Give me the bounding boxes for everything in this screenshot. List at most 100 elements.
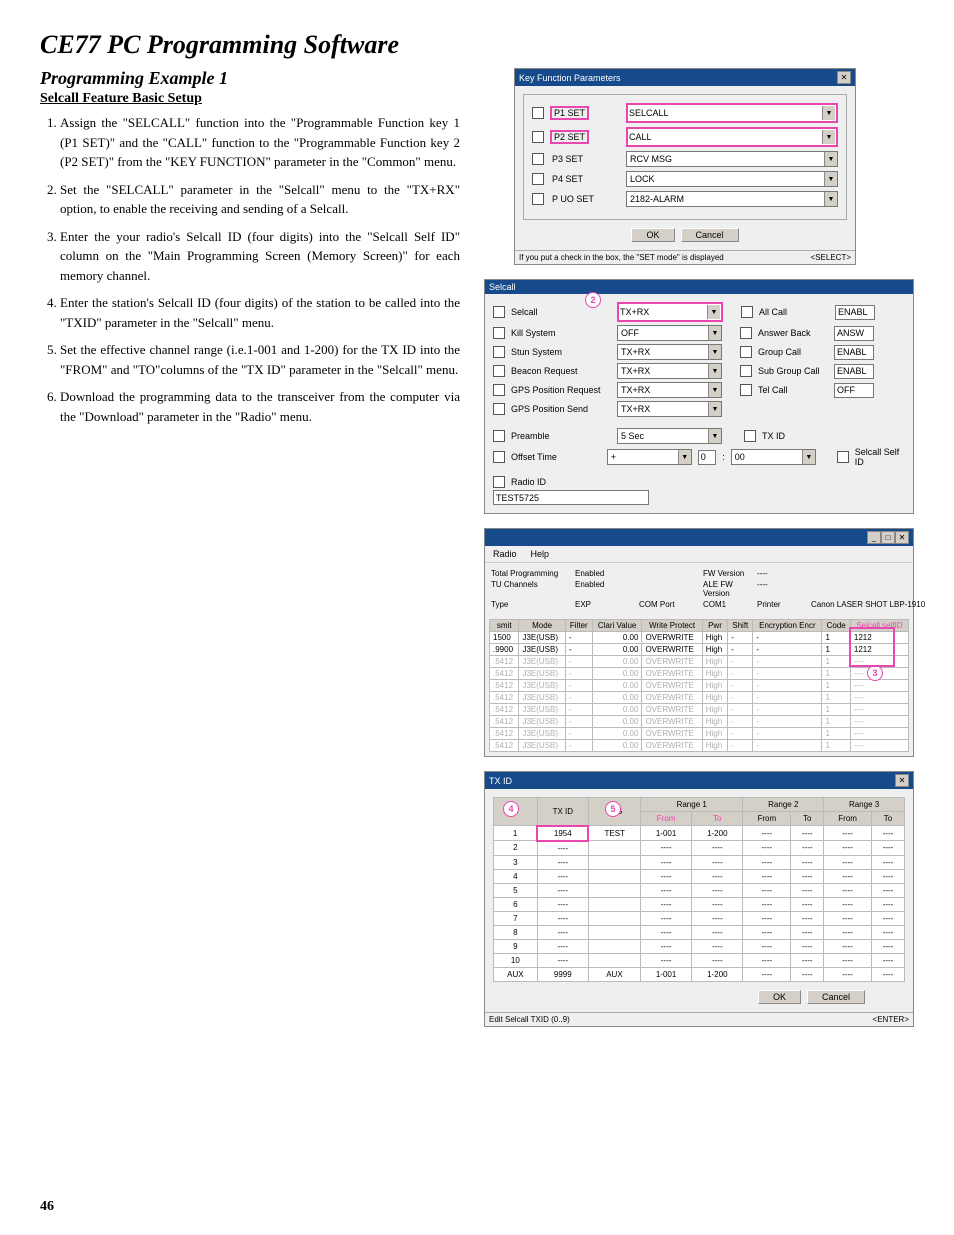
cancel-button[interactable]: Cancel <box>681 228 739 242</box>
ok-button[interactable]: OK <box>631 228 674 242</box>
right-label: Answer Back <box>758 328 828 338</box>
checkbox[interactable] <box>493 327 505 339</box>
chevron-down-icon: ▼ <box>822 106 835 120</box>
txid-row[interactable]: 11954TEST 1-0011-200---------------- <box>494 826 905 841</box>
col-header: Encryption Encr <box>753 620 822 632</box>
checkbox[interactable] <box>744 430 756 442</box>
txid-table[interactable]: TX ID TAG Range 1 Range 2 Range 3 FromTo… <box>493 797 905 982</box>
checkbox[interactable] <box>493 476 505 488</box>
selcall-row-select[interactable]: TX+RX▼ <box>617 344 722 360</box>
txid-row[interactable]: 8---- ------------------------ <box>494 925 905 939</box>
table-row[interactable]: .5412J3E(USB)-0.00 OVERWRITEHigh--1---- <box>490 740 909 752</box>
preamble-label: Preamble <box>511 431 611 441</box>
txid-row[interactable]: 5---- ------------------------ <box>494 883 905 897</box>
marker-3: 3 <box>867 665 883 681</box>
table-row[interactable]: .5412J3E(USB)-0.00 OVERWRITEHigh--1---- <box>490 656 909 668</box>
minimize-icon[interactable]: _ <box>867 531 881 544</box>
checkbox[interactable] <box>740 384 752 396</box>
step-2: Set the "SELCALL" parameter in the "Selc… <box>60 180 460 219</box>
txid-row[interactable]: 4---- ------------------------ <box>494 869 905 883</box>
selcall-row-label: Kill System <box>511 328 611 338</box>
table-row[interactable]: .5412J3E(USB)-0.00 OVERWRITEHigh--1---- <box>490 716 909 728</box>
selcall-row-select[interactable]: OFF▼ <box>617 325 722 341</box>
selcall-row-select[interactable]: TX+RX▼ <box>617 363 722 379</box>
txid-row[interactable]: 10---- ------------------------ <box>494 953 905 967</box>
checkbox[interactable] <box>493 365 505 377</box>
pset-select[interactable]: RCV MSG▼ <box>626 151 838 167</box>
selcall-row-select[interactable]: TX+RX▼ <box>617 382 722 398</box>
right-value[interactable]: OFF <box>834 383 874 398</box>
checkbox[interactable] <box>740 327 752 339</box>
selcall-row-label: GPS Position Request <box>511 385 611 395</box>
checkbox[interactable] <box>741 306 753 318</box>
txid-row[interactable]: AUX9999AUX 1-0011-200---------------- <box>494 967 905 981</box>
selfid-label: Selcall Self ID <box>855 447 905 467</box>
offset-m-select[interactable]: 00▼ <box>731 449 816 465</box>
offset-sign-select[interactable]: +▼ <box>607 449 692 465</box>
checkbox[interactable] <box>493 346 505 358</box>
chevron-down-icon: ▼ <box>708 383 721 397</box>
selcall-row-label: Beacon Request <box>511 366 611 376</box>
radioid-input[interactable]: TEST5725 <box>493 490 649 505</box>
checkbox[interactable] <box>740 365 752 377</box>
close-icon[interactable]: ✕ <box>895 531 909 544</box>
checkbox[interactable] <box>493 430 505 442</box>
col-header: Code <box>822 620 850 632</box>
offset-h-input[interactable]: 0 <box>698 450 717 465</box>
checkbox[interactable] <box>493 384 505 396</box>
ok-button[interactable]: OK <box>758 990 801 1004</box>
checkbox[interactable] <box>532 173 544 185</box>
table-row[interactable]: .5412J3E(USB)-0.00 OVERWRITEHigh--1---- <box>490 668 909 680</box>
cancel-button[interactable]: Cancel <box>807 990 865 1004</box>
right-value[interactable]: ENABL <box>835 305 875 320</box>
col-header: Mode <box>519 620 565 632</box>
table-row[interactable]: .5412J3E(USB)-0.00 OVERWRITEHigh--1---- <box>490 728 909 740</box>
checkbox[interactable] <box>532 193 544 205</box>
txid-row[interactable]: 6---- ------------------------ <box>494 897 905 911</box>
offset-label: Offset Time <box>511 452 601 462</box>
txid-row[interactable]: 3---- ------------------------ <box>494 855 905 869</box>
txid-label: TX ID <box>762 431 785 441</box>
txid-row[interactable]: 9---- ------------------------ <box>494 939 905 953</box>
pset-label: P1 SET <box>550 106 620 120</box>
table-row[interactable]: .5412J3E(USB)-0.00 OVERWRITEHigh--1---- <box>490 704 909 716</box>
menu-help[interactable]: Help <box>531 549 550 559</box>
pset-select[interactable]: SELCALL▼ <box>626 103 838 123</box>
pset-select[interactable]: 2182-ALARM▼ <box>626 191 838 207</box>
checkbox[interactable] <box>740 346 752 358</box>
chevron-down-icon: ▼ <box>707 305 720 319</box>
right-label: All Call <box>759 307 829 317</box>
panel4-title: TX ID <box>489 776 512 786</box>
table-row[interactable]: .9900J3E(USB)-0.00 OVERWRITEHigh--11212 <box>490 644 909 656</box>
checkbox[interactable] <box>532 131 544 143</box>
right-label: Tel Call <box>758 385 828 395</box>
right-value[interactable]: ENABL <box>834 364 874 379</box>
checkbox[interactable] <box>532 107 544 119</box>
checkbox[interactable] <box>837 451 849 463</box>
chevron-down-icon: ▼ <box>824 192 837 206</box>
selcall-row-label: Selcall <box>511 307 611 317</box>
close-icon[interactable]: ✕ <box>837 71 851 84</box>
checkbox[interactable] <box>532 153 544 165</box>
table-row[interactable]: .5412J3E(USB)-0.00 OVERWRITEHigh--1---- <box>490 692 909 704</box>
right-value[interactable]: ENABL <box>834 345 874 360</box>
chevron-down-icon: ▼ <box>708 429 721 443</box>
txid-row[interactable]: 2---- ------------------------ <box>494 841 905 856</box>
table-row[interactable]: .5412J3E(USB)-0.00 OVERWRITEHigh--1---- <box>490 680 909 692</box>
preamble-select[interactable]: 5 Sec▼ <box>617 428 722 444</box>
checkbox[interactable] <box>493 451 505 463</box>
right-value[interactable]: ANSW <box>834 326 874 341</box>
panel4-status-left: Edit Selcall TXID (0..9) <box>489 1015 570 1024</box>
close-icon[interactable]: ✕ <box>895 774 909 787</box>
checkbox[interactable] <box>493 306 505 318</box>
selcall-row-select[interactable]: TX+RX▼ <box>617 401 722 417</box>
txid-row[interactable]: 7---- ------------------------ <box>494 911 905 925</box>
pset-select[interactable]: CALL▼ <box>626 127 838 147</box>
channel-table[interactable]: smitModeFilterClari ValueWrite ProtectPw… <box>489 619 909 752</box>
checkbox[interactable] <box>493 403 505 415</box>
selcall-row-select[interactable]: TX+RX▼ <box>617 302 723 322</box>
table-row[interactable]: 1500J3E(USB)-0.00 OVERWRITEHigh--11212 <box>490 632 909 644</box>
pset-select[interactable]: LOCK▼ <box>626 171 838 187</box>
menu-radio[interactable]: Radio <box>493 549 517 559</box>
maximize-icon[interactable]: □ <box>881 531 895 544</box>
